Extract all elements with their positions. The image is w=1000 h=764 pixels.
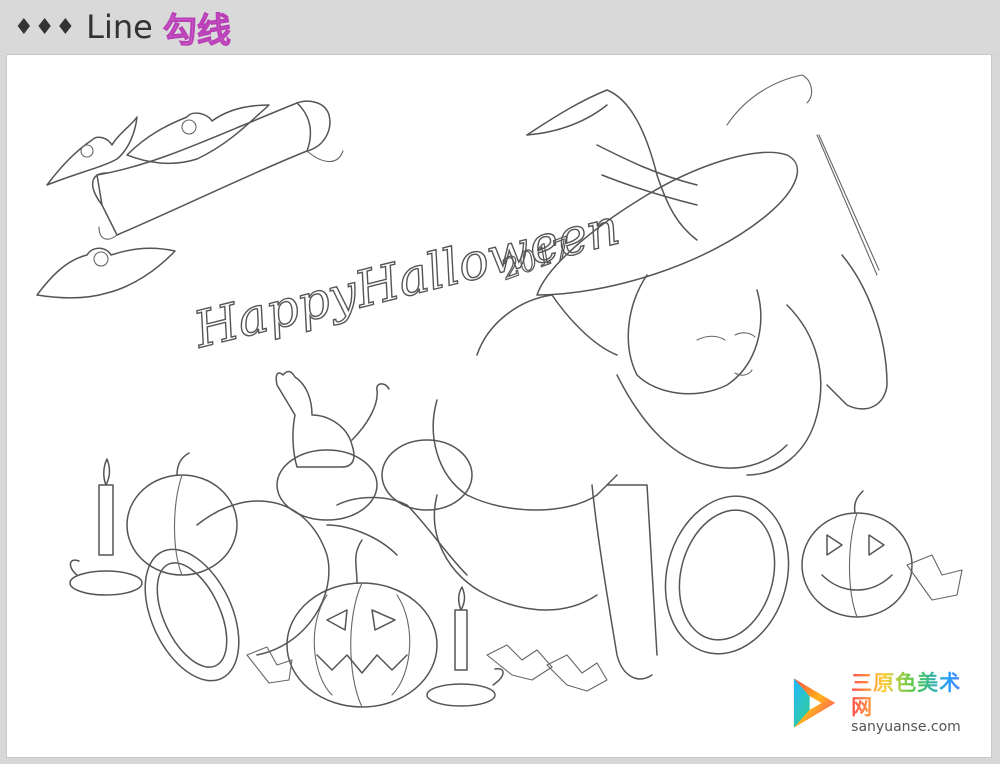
diamond-icons: ♦♦♦ — [14, 14, 77, 40]
watermark-site-en: sanyuanse.com — [851, 719, 961, 736]
witch-figure — [326, 254, 888, 680]
title-english: Line — [86, 8, 153, 46]
happy-halloween-lettering: HappyHalloween 2017 — [187, 197, 626, 360]
title-chinese: 勾线 — [162, 10, 231, 51]
rings — [144, 495, 790, 682]
lettering-text: HappyHalloween — [188, 198, 625, 360]
page: ♦♦♦ Line 勾线 HappyHalloween 2017 三原色美术网 s… — [0, 0, 1000, 764]
watermark-text: 三原色美术网 sanyuanse.com — [851, 671, 981, 735]
play-logo-icon — [793, 678, 836, 728]
header-bar: ♦♦♦ Line 勾线 — [0, 0, 1000, 54]
line-art-illustration: HappyHalloween 2017 — [36, 74, 963, 708]
watermark-site-cn: 三原色美术网 — [851, 671, 981, 719]
candles — [69, 458, 504, 707]
black-cat — [275, 370, 390, 468]
watermark-badge: 三原色美术网 sanyuanse.com — [776, 659, 981, 747]
banner-scroll — [92, 100, 344, 240]
bats — [36, 104, 270, 299]
line-art-canvas: HappyHalloween 2017 三原色美术网 sanyuanse.com — [6, 54, 992, 758]
